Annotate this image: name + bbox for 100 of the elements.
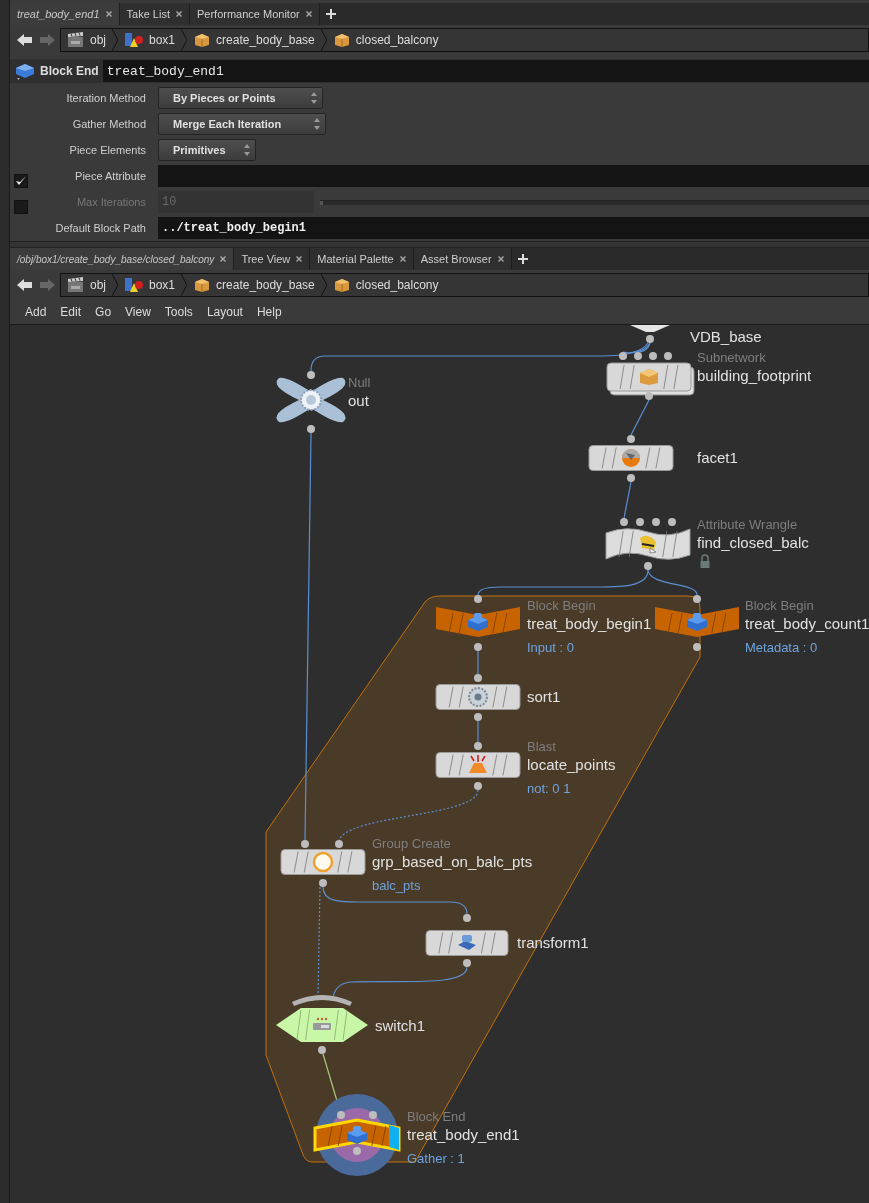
node-name[interactable]: out bbox=[348, 391, 369, 411]
close-icon[interactable] bbox=[105, 11, 112, 17]
node[interactable] bbox=[313, 1094, 401, 1176]
dropdown[interactable]: Merge Each Iteration bbox=[158, 113, 326, 135]
node-name[interactable]: treat_body_end1 bbox=[407, 1125, 520, 1145]
node-name[interactable]: sort1 bbox=[527, 687, 561, 707]
connector-dot[interactable] bbox=[474, 742, 482, 750]
node[interactable] bbox=[276, 377, 346, 423]
path-segment[interactable]: box1 bbox=[118, 29, 182, 51]
node-name[interactable]: treat_body_count1 bbox=[745, 614, 869, 634]
close-icon[interactable] bbox=[220, 256, 227, 262]
connector-dot[interactable] bbox=[693, 643, 701, 651]
node-name-field[interactable]: treat_body_end1 bbox=[102, 60, 869, 82]
node[interactable] bbox=[655, 607, 739, 637]
connector-dot[interactable] bbox=[369, 1111, 377, 1119]
plus-icon[interactable] bbox=[517, 254, 528, 264]
node[interactable] bbox=[630, 325, 670, 332]
lock-icon[interactable] bbox=[700, 554, 710, 568]
connector-dot[interactable] bbox=[627, 435, 635, 443]
back-icon[interactable] bbox=[16, 32, 34, 48]
connector-dot[interactable] bbox=[636, 518, 644, 526]
connector-dot[interactable] bbox=[668, 518, 676, 526]
connector-dot[interactable] bbox=[646, 335, 654, 343]
connector-dot[interactable] bbox=[649, 352, 657, 360]
plus-icon[interactable] bbox=[325, 9, 336, 19]
path-segment[interactable]: obj bbox=[61, 274, 112, 296]
cube-icon[interactable] bbox=[14, 61, 36, 81]
connector-dot[interactable] bbox=[645, 392, 653, 400]
close-icon[interactable] bbox=[399, 256, 406, 262]
menu-item[interactable]: Layout bbox=[199, 305, 250, 319]
connector-dot[interactable] bbox=[307, 371, 315, 379]
connector-dot[interactable] bbox=[620, 518, 628, 526]
back-icon[interactable] bbox=[16, 277, 34, 293]
close-icon[interactable] bbox=[497, 256, 504, 262]
connector-dot[interactable] bbox=[301, 840, 309, 848]
tab[interactable]: Tree View bbox=[234, 248, 311, 270]
tab[interactable]: Performance Monitor bbox=[190, 3, 320, 25]
slider[interactable] bbox=[320, 199, 869, 205]
menu-item[interactable]: View bbox=[118, 305, 158, 319]
node[interactable] bbox=[605, 528, 691, 560]
path-segment[interactable]: create_body_base bbox=[187, 29, 321, 51]
node[interactable] bbox=[436, 607, 520, 637]
connector-dot[interactable] bbox=[463, 914, 471, 922]
connector-dot[interactable] bbox=[353, 1147, 361, 1155]
connector-dot[interactable] bbox=[474, 782, 482, 790]
node[interactable] bbox=[425, 930, 509, 956]
tab[interactable]: Take List bbox=[119, 3, 190, 25]
node[interactable] bbox=[435, 752, 521, 778]
connector-dot[interactable] bbox=[664, 352, 672, 360]
dropdown[interactable]: By Pieces or Points bbox=[158, 87, 323, 109]
connector-dot[interactable] bbox=[474, 595, 482, 603]
node[interactable] bbox=[435, 684, 521, 710]
node-name[interactable]: treat_body_begin1 bbox=[527, 614, 652, 634]
text-field[interactable] bbox=[158, 165, 869, 187]
menu-item[interactable]: Tools bbox=[157, 305, 200, 319]
node-name[interactable]: switch1 bbox=[375, 1016, 426, 1036]
tab[interactable]: Material Palette bbox=[310, 248, 414, 270]
node-name[interactable]: transform1 bbox=[517, 933, 589, 953]
connector-dot[interactable] bbox=[627, 474, 635, 482]
node-name[interactable]: locate_points bbox=[527, 755, 616, 775]
node-name[interactable]: VDB_base bbox=[690, 327, 762, 347]
tab[interactable]: Asset Browser bbox=[413, 248, 512, 270]
menu-item[interactable]: Help bbox=[249, 305, 289, 319]
connector-dot[interactable] bbox=[318, 1046, 326, 1054]
close-icon[interactable] bbox=[305, 11, 312, 17]
node-name[interactable]: building_footprint bbox=[697, 366, 812, 386]
text-field[interactable]: ../treat_body_begin1 bbox=[158, 217, 869, 239]
tab[interactable]: treat_body_end1 bbox=[10, 3, 120, 25]
tab[interactable]: /obj/box1/create_body_base/closed_balcony bbox=[10, 248, 235, 270]
close-icon[interactable] bbox=[176, 11, 182, 17]
node[interactable] bbox=[280, 849, 366, 875]
path-segment[interactable]: obj bbox=[61, 29, 112, 51]
connector-dot[interactable] bbox=[474, 674, 482, 682]
connector-dot[interactable] bbox=[474, 643, 482, 651]
dropdown[interactable]: Primitives bbox=[158, 139, 256, 161]
path-segment[interactable]: create_body_base bbox=[187, 274, 321, 296]
menu-item[interactable]: Go bbox=[88, 305, 119, 319]
connector-dot[interactable] bbox=[619, 352, 627, 360]
connector-dot[interactable] bbox=[319, 879, 327, 887]
node[interactable] bbox=[276, 995, 368, 1042]
node-name[interactable]: grp_based_on_balc_pts bbox=[372, 852, 533, 872]
menu-item[interactable]: Add bbox=[18, 305, 54, 319]
connector-dot[interactable] bbox=[693, 595, 701, 603]
connector-dot[interactable] bbox=[307, 425, 315, 433]
connector-dot[interactable] bbox=[337, 1111, 345, 1119]
checkbox[interactable] bbox=[14, 174, 28, 188]
close-icon[interactable] bbox=[296, 256, 303, 262]
connector-dot[interactable] bbox=[652, 518, 660, 526]
menu-item[interactable]: Edit bbox=[53, 305, 89, 319]
path-segment[interactable]: closed_balcony bbox=[326, 29, 445, 51]
node-name[interactable]: find_closed_balc bbox=[697, 533, 809, 553]
connector-dot[interactable] bbox=[463, 959, 471, 967]
node-name[interactable]: facet1 bbox=[697, 448, 738, 468]
path-segment[interactable]: box1 bbox=[118, 274, 182, 296]
path-segment[interactable]: closed_balcony bbox=[326, 274, 445, 296]
connector-dot[interactable] bbox=[634, 352, 642, 360]
connector-dot[interactable] bbox=[335, 840, 343, 848]
connector-dot[interactable] bbox=[644, 562, 652, 570]
connector-dot[interactable] bbox=[474, 713, 482, 721]
node[interactable] bbox=[606, 362, 695, 396]
